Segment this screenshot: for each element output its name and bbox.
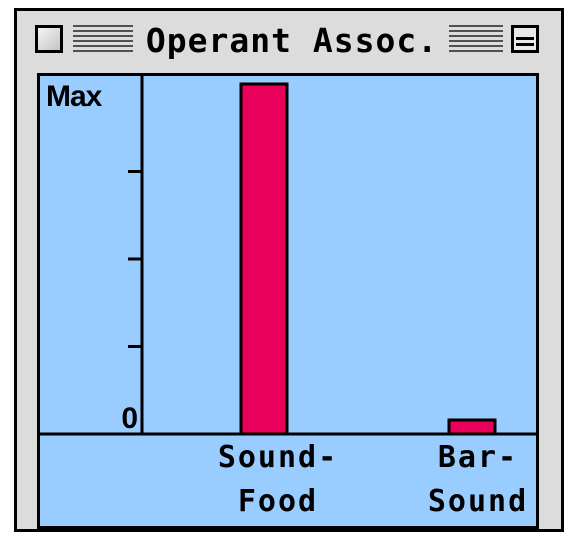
window-title: Operant Assoc. — [145, 21, 439, 60]
bar-0 — [239, 82, 289, 436]
y-axis-zero-label: 0 — [121, 402, 138, 435]
close-box-button[interactable] — [35, 25, 63, 53]
y-axis-max-label: Max — [46, 80, 102, 113]
x-label-bar-sound-line1: Bar- — [437, 440, 519, 475]
title-bar-stripes-right — [449, 25, 503, 55]
x-label-bar-sound: Bar- Sound — [408, 436, 548, 524]
chart-area: Max 0 Sound- Food Bar- Sound — [37, 73, 539, 529]
bar-1 — [447, 418, 497, 436]
title-bar-stripes-left — [73, 25, 133, 55]
x-label-sound-food-line2: Food — [237, 484, 319, 519]
operant-assoc-window: Operant Assoc. Max 0 Sound- Food Bar- So… — [14, 8, 564, 532]
x-label-sound-food: Sound- Food — [190, 436, 366, 524]
title-bar[interactable]: Operant Assoc. — [17, 11, 561, 73]
x-label-bar-sound-line2: Sound — [427, 484, 529, 519]
zoom-box-button[interactable] — [511, 25, 539, 53]
x-label-sound-food-line1: Sound- — [217, 440, 339, 475]
